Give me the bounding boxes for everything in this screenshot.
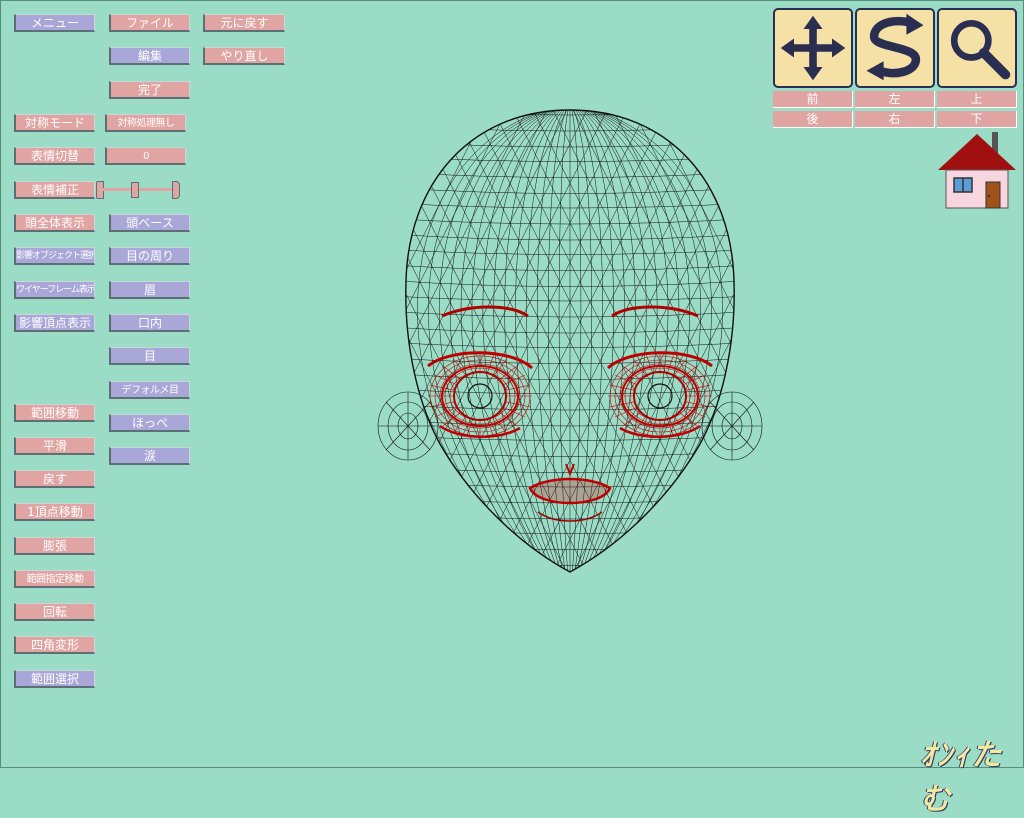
view-left-button[interactable]: 左 [855, 91, 935, 108]
zoom-tool-button[interactable] [937, 8, 1017, 88]
range-specified-move-button[interactable]: 範囲指定移動 [14, 570, 95, 588]
influence-object-select-button[interactable]: 影響オブジェクト選択 [14, 247, 95, 265]
head-wireframe-viewport[interactable] [370, 104, 770, 579]
part-cheek-button[interactable]: ほっぺ [109, 414, 190, 432]
part-eyebrow-button[interactable]: 眉 [109, 281, 190, 299]
smooth-button[interactable]: 平滑 [14, 437, 95, 455]
view-front-button[interactable]: 前 [773, 91, 853, 108]
move-icon [780, 15, 846, 81]
view-top-button[interactable]: 上 [937, 91, 1017, 108]
show-whole-head-button[interactable]: 頭全体表示 [14, 214, 95, 232]
move-tool-button[interactable] [773, 8, 853, 88]
part-head-base-button[interactable]: 頭ベース [109, 214, 190, 232]
symmetry-off-button[interactable]: 対称処理無し [105, 114, 186, 132]
part-around-eyes-button[interactable]: 目の周り [109, 247, 190, 265]
edit-button[interactable]: 編集 [109, 47, 190, 65]
ear-left [377, 391, 439, 461]
view-back-button[interactable]: 後 [773, 111, 853, 128]
expression-value-field[interactable]: 0 [105, 147, 186, 165]
home-button[interactable] [936, 130, 1018, 210]
file-button[interactable]: ファイル [109, 14, 190, 32]
part-eye-button[interactable]: 目 [109, 347, 190, 365]
rotate-icon [866, 13, 924, 81]
rotate-button[interactable]: 回転 [14, 603, 95, 621]
view-bottom-button[interactable]: 下 [937, 111, 1017, 128]
expression-correct-button[interactable]: 表情補正 [14, 181, 95, 199]
redo-button[interactable]: やり直し [203, 47, 285, 65]
house-icon [938, 132, 1016, 209]
slider-thumb[interactable] [131, 182, 139, 198]
symmetry-mode-button[interactable]: 対称モード [14, 114, 95, 132]
revert-button[interactable]: 戻す [14, 470, 95, 488]
one-vertex-move-button[interactable]: 1頂点移動 [14, 503, 95, 521]
quad-transform-button[interactable]: 四角変形 [14, 636, 95, 654]
part-tears-button[interactable]: 涙 [109, 447, 190, 465]
menu-button[interactable]: メニュー [14, 14, 95, 32]
rotate-tool-button[interactable] [855, 8, 935, 88]
influence-vertex-show-button[interactable]: 影響頂点表示 [14, 314, 95, 332]
inflate-button[interactable]: 膨張 [14, 537, 95, 555]
head-mesh [405, 110, 735, 572]
undo-button[interactable]: 元に戻す [203, 14, 285, 32]
mesh-lines [405, 110, 735, 572]
ear-right [701, 391, 763, 461]
range-move-button[interactable]: 範囲移動 [14, 404, 95, 422]
slider-right-cap [172, 181, 180, 199]
range-select-button[interactable]: 範囲選択 [14, 670, 95, 688]
done-button[interactable]: 完了 [109, 81, 190, 99]
wireframe-show-button[interactable]: ワイヤーフレーム表示 [14, 281, 95, 299]
view-right-button[interactable]: 右 [855, 111, 935, 128]
app-logo: ｵﾝｨたむ [920, 738, 1003, 817]
part-mouth-inside-button[interactable]: 口内 [109, 314, 190, 332]
zoom-icon [950, 19, 1011, 80]
expression-switch-button[interactable]: 表情切替 [14, 147, 95, 165]
expression-correct-slider[interactable] [96, 181, 180, 199]
part-deformed-eye-button[interactable]: デフォルメ目 [109, 381, 190, 399]
